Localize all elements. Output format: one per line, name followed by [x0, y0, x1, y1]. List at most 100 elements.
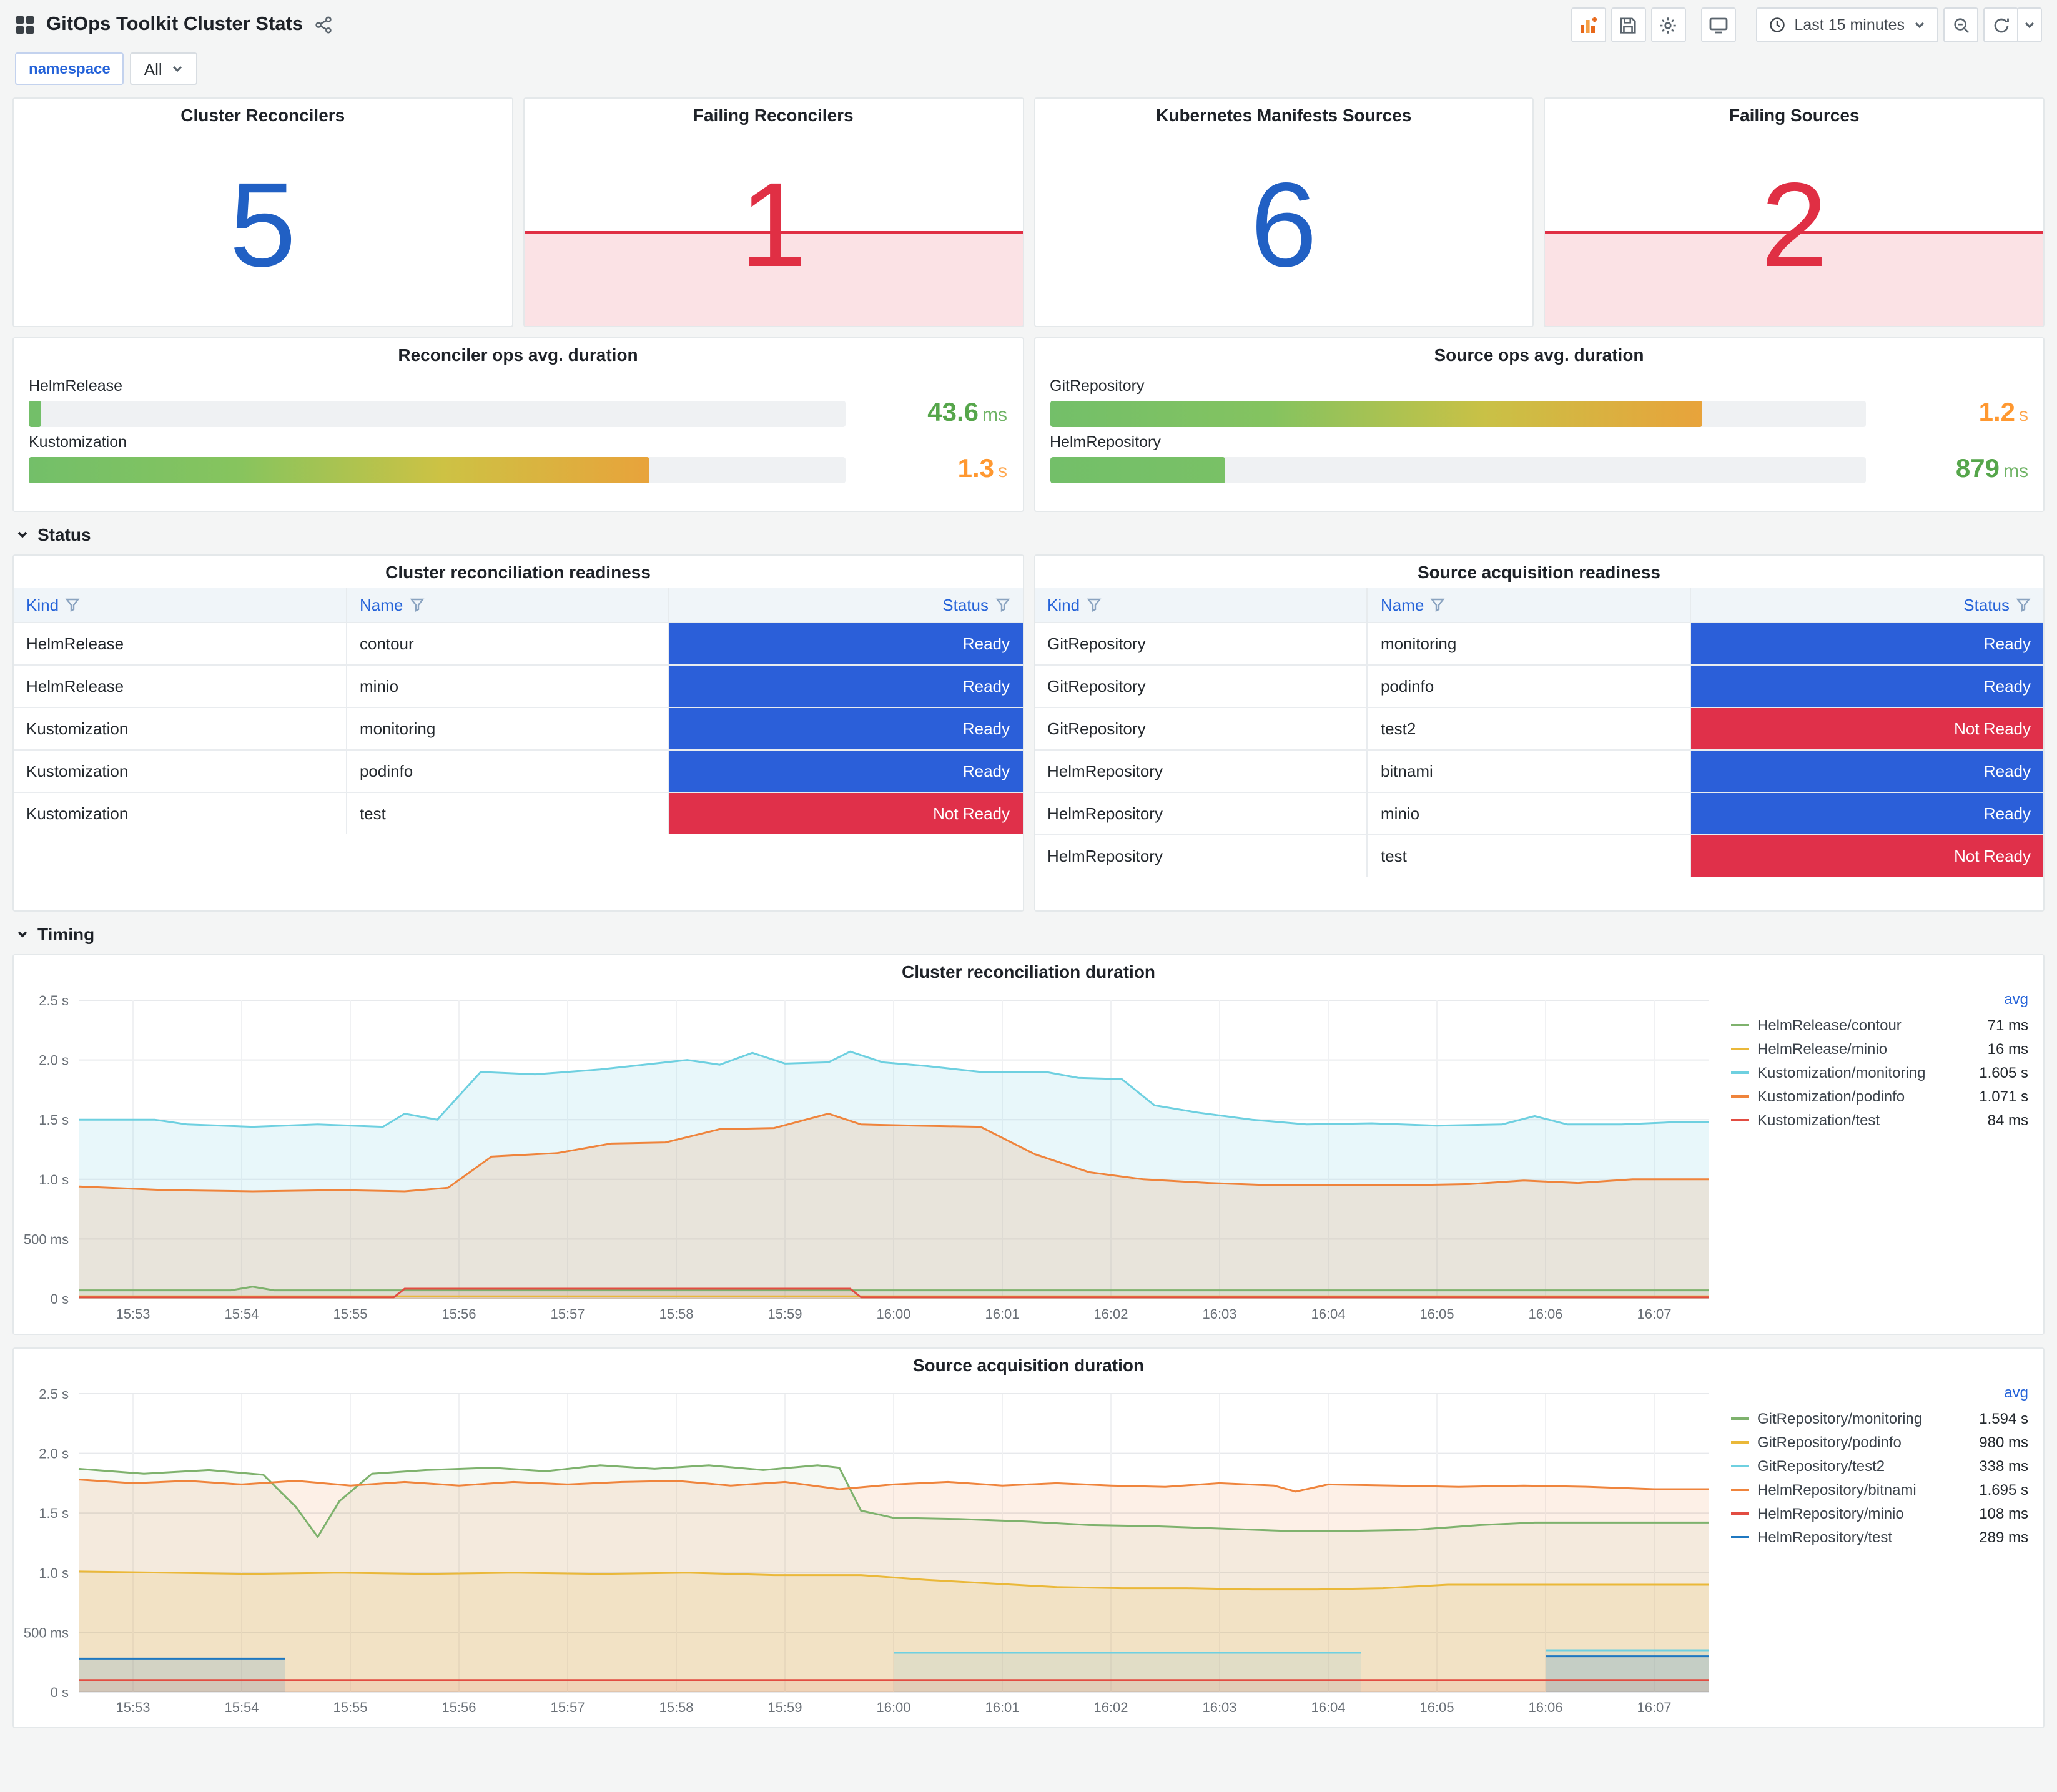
table-row: Kustomization podinfo Ready: [13, 749, 1023, 793]
column-header-kind[interactable]: Kind: [13, 588, 347, 623]
legend-item[interactable]: Kustomization/monitoring 1.605 s: [1731, 1060, 2028, 1084]
panel-reconciler-ops-duration: Reconciler ops avg. duration HelmRelease…: [12, 337, 1024, 512]
panel-source-acquisition-duration: Source acquisition duration 0 s 500 ms 1.0…: [12, 1347, 2045, 1728]
svg-text:16:03: 16:03: [1202, 1700, 1236, 1715]
tv-mode-button[interactable]: [1700, 7, 1736, 42]
section-timing[interactable]: Timing: [15, 924, 2042, 944]
table-row: GitRepository test2 Not Ready: [1034, 707, 2044, 751]
legend-item[interactable]: HelmRepository/bitnami 1.695 s: [1731, 1477, 2028, 1501]
stat-value: 2: [1760, 159, 1828, 292]
svg-text:16:02: 16:02: [1093, 1700, 1128, 1715]
panel-cluster-reconciliation-readiness: Cluster reconciliation readiness Kind Na…: [12, 554, 1024, 912]
legend-item[interactable]: Kustomization/test 84 ms: [1731, 1108, 2028, 1131]
cell-name: test: [345, 792, 670, 835]
variable-value-dropdown[interactable]: All: [130, 52, 197, 85]
gauge-row: HelmRepository 879 ms: [1050, 433, 2028, 485]
share-icon[interactable]: [314, 16, 332, 34]
apps-icon[interactable]: [15, 15, 35, 35]
table-row: HelmRepository bitnami Ready: [1034, 749, 2044, 793]
svg-text:15:55: 15:55: [333, 1700, 367, 1715]
svg-text:16:07: 16:07: [1637, 1700, 1671, 1715]
time-series-plot[interactable]: 0 s 500 ms 1.0 s 1.5 s 2.0 s 2.5 s 15:53 15:54 1…: [16, 1381, 1724, 1720]
status-badge: Not Ready: [1690, 835, 2043, 877]
cell-name: contour: [345, 622, 670, 666]
svg-text:1.5 s: 1.5 s: [39, 1505, 69, 1521]
cell-name: podinfo: [345, 749, 670, 793]
legend-item[interactable]: GitRepository/podinfo 980 ms: [1731, 1430, 2028, 1454]
panel-title[interactable]: Cluster reconciliation duration: [14, 955, 2043, 988]
panel-title[interactable]: Reconciler ops avg. duration: [14, 338, 1022, 371]
cell-kind: HelmRepository: [1034, 749, 1368, 793]
legend-item[interactable]: HelmRepository/minio 108 ms: [1731, 1501, 2028, 1525]
panel-cluster-reconciliation-duration: Cluster reconciliation duration 0 s 500 m…: [12, 954, 2045, 1335]
series-swatch: [1731, 1071, 1749, 1073]
gauge-bar: [1050, 400, 1703, 426]
svg-text:16:00: 16:00: [876, 1306, 910, 1322]
column-header-status[interactable]: Status: [668, 588, 1023, 623]
series-swatch: [1731, 1047, 1749, 1050]
time-series-plot[interactable]: 0 s 500 ms 1.0 s 1.5 s 2.0 s 2.5 s 15:53 15:54 1…: [16, 988, 1724, 1326]
svg-text:16:02: 16:02: [1093, 1306, 1128, 1322]
svg-text:16:03: 16:03: [1202, 1306, 1236, 1322]
column-header-name[interactable]: Name: [1366, 588, 1691, 623]
legend-item[interactable]: HelmRelease/minio 16 ms: [1731, 1036, 2028, 1060]
filter-icon[interactable]: [409, 597, 424, 612]
save-button[interactable]: [1611, 7, 1646, 42]
table-row: HelmRelease minio Ready: [13, 664, 1023, 708]
legend-item[interactable]: GitRepository/monitoring 1.594 s: [1731, 1406, 2028, 1430]
stat-value: 6: [1250, 159, 1318, 292]
panel-source-ops-duration: Source ops avg. duration GitRepository 1…: [1033, 337, 2045, 512]
filter-icon[interactable]: [65, 597, 80, 612]
zoom-out-button[interactable]: [1943, 7, 1978, 42]
series-swatch: [1731, 1488, 1749, 1490]
cell-kind: HelmRelease: [13, 664, 347, 708]
filter-icon[interactable]: [1086, 597, 1101, 612]
refresh-interval-dropdown[interactable]: [2017, 7, 2042, 42]
svg-text:500 ms: 500 ms: [24, 1231, 69, 1247]
section-status[interactable]: Status: [15, 524, 2042, 544]
svg-text:2.0 s: 2.0 s: [39, 1446, 69, 1462]
tables-row: Cluster reconciliation readiness Kind Na…: [12, 554, 2045, 912]
section-label: Timing: [37, 924, 95, 944]
svg-text:15:56: 15:56: [441, 1700, 476, 1715]
legend-item[interactable]: HelmRepository/test 289 ms: [1731, 1525, 2028, 1548]
table-row: GitRepository monitoring Ready: [1034, 622, 2044, 666]
filter-icon[interactable]: [2016, 597, 2031, 612]
legend-item[interactable]: GitRepository/test2 338 ms: [1731, 1454, 2028, 1477]
time-range-picker[interactable]: Last 15 minutes: [1755, 7, 1938, 42]
table-row: Kustomization test Not Ready: [13, 792, 1023, 835]
gauge-label: Kustomization: [29, 433, 127, 451]
column-header-kind[interactable]: Kind: [1034, 588, 1368, 623]
panel-title[interactable]: Source ops avg. duration: [1035, 338, 2043, 371]
time-range-label: Last 15 minutes: [1794, 16, 1905, 34]
gauge-track: [1050, 400, 1866, 426]
column-header-status[interactable]: Status: [1689, 588, 2044, 623]
panel-title[interactable]: Source acquisition duration: [14, 1349, 2043, 1381]
filter-icon[interactable]: [995, 597, 1010, 612]
stats-row: Cluster Reconcilers 5 Failing Reconciler…: [12, 97, 2045, 327]
refresh-button[interactable]: [1983, 7, 2018, 42]
gauge-label: HelmRelease: [29, 377, 123, 395]
stat-cluster-reconcilers: Cluster Reconcilers 5: [12, 97, 513, 327]
status-badge: Ready: [669, 708, 1022, 749]
svg-text:15:53: 15:53: [116, 1700, 150, 1715]
gauge-value: 1.2 s: [1978, 398, 2028, 427]
gauge-row: Kustomization 1.3 s: [29, 433, 1007, 485]
svg-text:16:01: 16:01: [985, 1306, 1019, 1322]
settings-button[interactable]: [1650, 7, 1686, 42]
legend-avg-header[interactable]: avg: [1731, 990, 2028, 1013]
cell-kind: Kustomization: [13, 749, 347, 793]
status-badge: Ready: [1690, 751, 2043, 792]
column-header-name[interactable]: Name: [345, 588, 670, 623]
svg-text:15:53: 15:53: [116, 1306, 150, 1322]
legend-item[interactable]: Kustomization/podinfo 1.071 s: [1731, 1084, 2028, 1108]
panel-title[interactable]: Cluster reconciliation readiness: [14, 556, 1022, 588]
table-row: HelmRepository minio Ready: [1034, 792, 2044, 835]
legend-item[interactable]: HelmRelease/contour 71 ms: [1731, 1013, 2028, 1036]
svg-text:16:04: 16:04: [1311, 1306, 1345, 1322]
filter-icon[interactable]: [1430, 597, 1445, 612]
add-panel-button[interactable]: [1571, 7, 1606, 42]
panel-title[interactable]: Source acquisition readiness: [1035, 556, 2043, 588]
legend-avg-header[interactable]: avg: [1731, 1384, 2028, 1406]
svg-text:15:59: 15:59: [767, 1306, 802, 1322]
